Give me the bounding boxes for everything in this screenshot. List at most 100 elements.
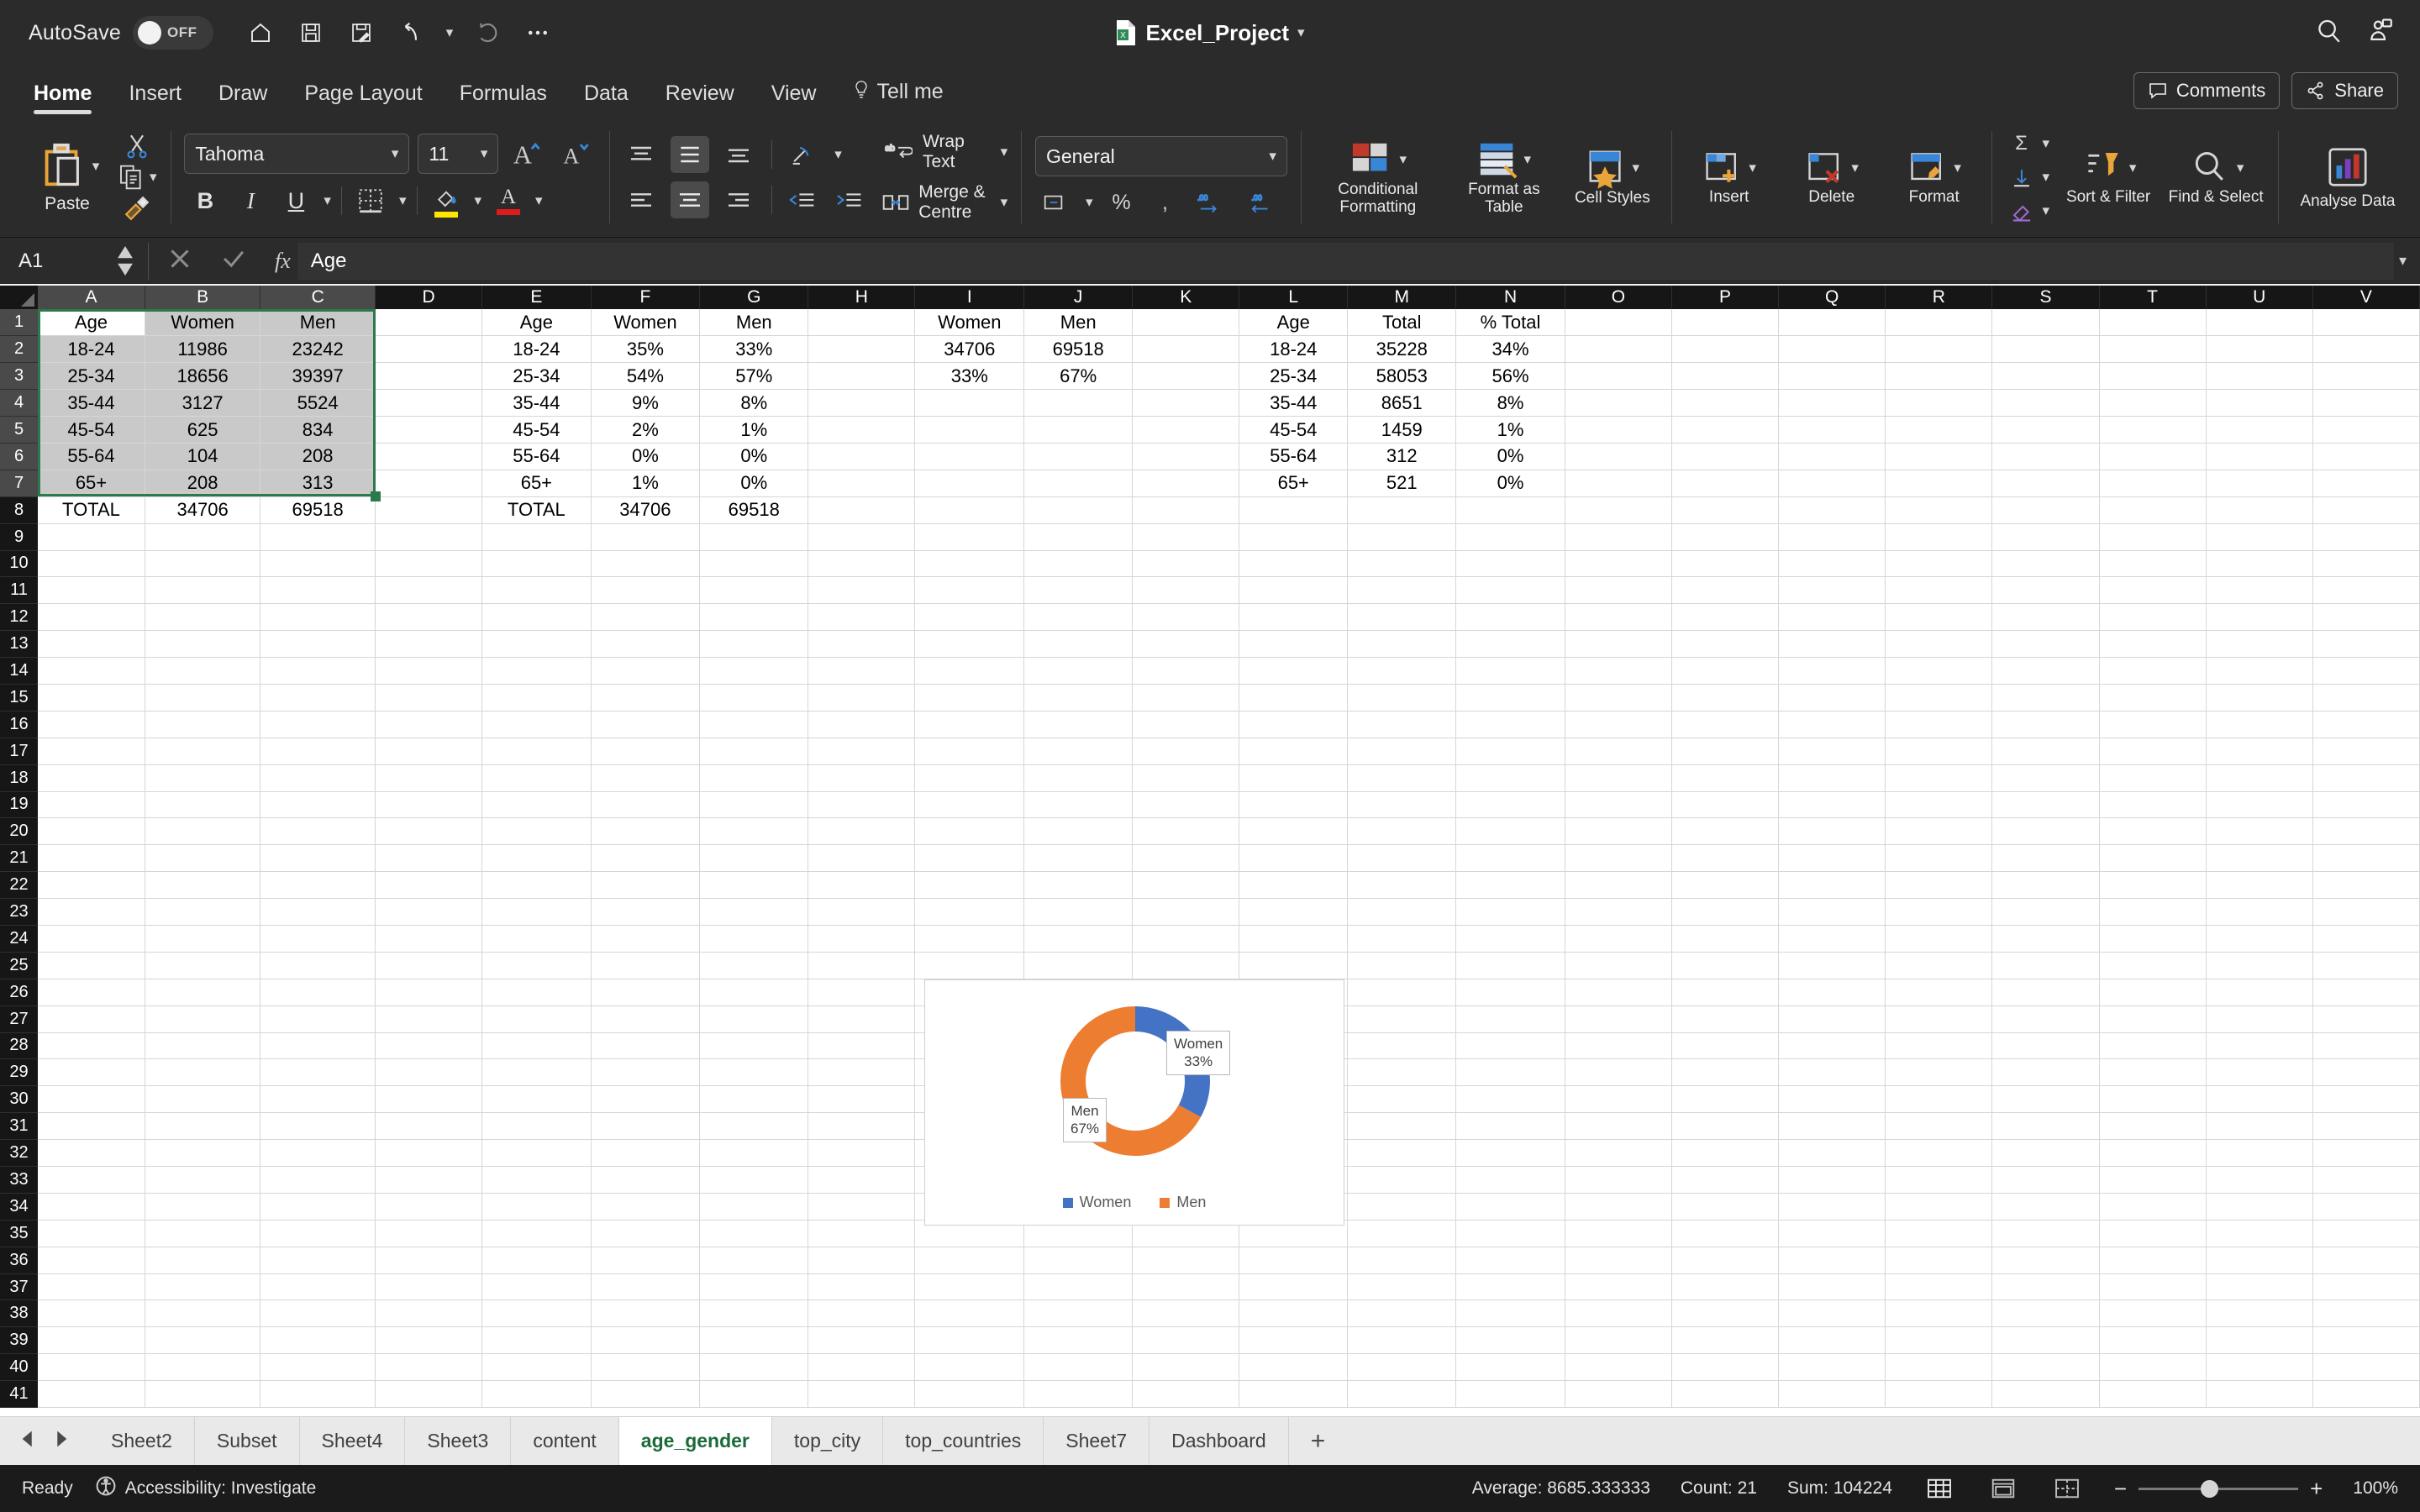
cell-V4[interactable] <box>2312 389 2420 417</box>
column-header-J[interactable]: J <box>1023 286 1134 309</box>
cell-V34[interactable] <box>2312 1193 2420 1221</box>
cell-U24[interactable] <box>2206 925 2313 953</box>
search-icon[interactable] <box>2314 17 2343 50</box>
cell-E34[interactable] <box>481 1193 592 1221</box>
cell-E40[interactable] <box>481 1353 592 1382</box>
cell-O23[interactable] <box>1565 898 1672 926</box>
font-family-input[interactable]: Tahoma ▾ <box>184 134 410 174</box>
cell-S4[interactable] <box>1991 389 2100 417</box>
cell-G31[interactable] <box>699 1112 809 1141</box>
cell-L24[interactable] <box>1239 925 1349 953</box>
cell-E8[interactable]: TOTAL <box>481 496 592 524</box>
cell-A14[interactable] <box>38 657 145 685</box>
cell-E10[interactable] <box>481 550 592 578</box>
cell-L39[interactable] <box>1239 1326 1349 1355</box>
cell-S24[interactable] <box>1991 925 2100 953</box>
next-sheet-icon[interactable] <box>52 1430 71 1452</box>
cell-N7[interactable]: 0% <box>1455 470 1565 497</box>
cell-C35[interactable] <box>260 1220 376 1247</box>
cell-I12[interactable] <box>914 603 1025 632</box>
cell-E17[interactable] <box>481 738 592 765</box>
cell-F9[interactable] <box>591 523 701 551</box>
cell-T12[interactable] <box>2099 603 2207 632</box>
cell-M35[interactable] <box>1347 1220 1457 1247</box>
cell-T19[interactable] <box>2099 791 2207 819</box>
cell-G35[interactable] <box>699 1220 809 1247</box>
row-header-27[interactable]: 27 <box>0 1005 38 1033</box>
column-header-C[interactable]: C <box>260 286 376 309</box>
cell-A17[interactable] <box>38 738 145 765</box>
column-header-N[interactable]: N <box>1455 286 1565 309</box>
tab-data[interactable]: Data <box>566 81 647 116</box>
increase-decimal-icon[interactable]: .00 <box>1194 186 1233 218</box>
cell-I39[interactable] <box>914 1326 1025 1355</box>
cell-R31[interactable] <box>1885 1112 1993 1141</box>
cell-B34[interactable] <box>145 1193 261 1221</box>
cell-G38[interactable] <box>699 1299 809 1328</box>
merge-centre-icon[interactable] <box>881 186 910 218</box>
cell-U10[interactable] <box>2206 550 2313 578</box>
cell-P5[interactable] <box>1671 416 1780 444</box>
cell-H18[interactable] <box>808 764 916 792</box>
cell-V40[interactable] <box>2312 1353 2420 1382</box>
cell-N31[interactable] <box>1455 1112 1565 1141</box>
cell-Q38[interactable] <box>1778 1299 1886 1328</box>
cell-S7[interactable] <box>1991 470 2100 497</box>
cancel-icon[interactable] <box>167 246 192 276</box>
cell-J8[interactable] <box>1023 496 1134 524</box>
autosum-icon[interactable]: Σ <box>2006 129 2038 158</box>
cell-U39[interactable] <box>2206 1326 2313 1355</box>
underline-dropdown-icon[interactable]: ▾ <box>324 192 331 209</box>
cell-R21[interactable] <box>1885 844 1993 873</box>
cell-T40[interactable] <box>2099 1353 2207 1382</box>
accounting-dropdown-icon[interactable]: ▾ <box>1086 194 1093 211</box>
cell-M31[interactable] <box>1347 1112 1457 1141</box>
cell-G11[interactable] <box>699 576 809 605</box>
cell-B24[interactable] <box>145 925 261 953</box>
cell-Q9[interactable] <box>1778 523 1886 551</box>
cell-T1[interactable] <box>2099 309 2207 337</box>
cell-C20[interactable] <box>260 817 376 846</box>
cell-U16[interactable] <box>2206 711 2313 738</box>
tab-page-layout[interactable]: Page Layout <box>286 81 440 116</box>
cell-N32[interactable] <box>1455 1139 1565 1167</box>
delete-cells-dropdown-icon[interactable]: ▾ <box>1851 160 1859 176</box>
cell-D4[interactable] <box>375 389 483 417</box>
cell-O39[interactable] <box>1565 1326 1672 1355</box>
cell-F23[interactable] <box>591 898 701 926</box>
row-header-36[interactable]: 36 <box>0 1247 38 1274</box>
cell-F22[interactable] <box>591 871 701 900</box>
row-header-29[interactable]: 29 <box>0 1058 38 1087</box>
chart-data-label-women[interactable]: Women 33% <box>1166 1031 1231 1075</box>
cell-T35[interactable] <box>2099 1220 2207 1247</box>
cell-styles-button[interactable]: ▾ Cell Styles <box>1567 147 1658 207</box>
zoom-out-button[interactable]: − <box>2114 1476 2127 1502</box>
cell-A30[interactable] <box>38 1085 145 1114</box>
cell-D26[interactable] <box>375 979 483 1006</box>
cell-F11[interactable] <box>591 576 701 605</box>
cell-M33[interactable] <box>1347 1166 1457 1194</box>
cell-B3[interactable]: 18656 <box>145 362 261 391</box>
cell-H41[interactable] <box>808 1380 916 1409</box>
cell-V6[interactable] <box>2312 443 2420 470</box>
selection-fill-handle[interactable] <box>370 491 381 502</box>
cell-K40[interactable] <box>1132 1353 1240 1382</box>
format-as-table-dropdown-icon[interactable]: ▾ <box>1524 151 1532 168</box>
cell-V11[interactable] <box>2312 576 2420 605</box>
cell-G16[interactable] <box>699 711 809 738</box>
cell-M39[interactable] <box>1347 1326 1457 1355</box>
add-sheet-button[interactable]: + <box>1289 1417 1348 1465</box>
row-header-40[interactable]: 40 <box>0 1353 38 1382</box>
cell-Q37[interactable] <box>1778 1273 1886 1301</box>
cell-P27[interactable] <box>1671 1005 1780 1033</box>
cell-K16[interactable] <box>1132 711 1240 738</box>
cell-K37[interactable] <box>1132 1273 1240 1301</box>
cell-C21[interactable] <box>260 844 376 873</box>
cell-N6[interactable]: 0% <box>1455 443 1565 470</box>
cell-I18[interactable] <box>914 764 1025 792</box>
cell-K3[interactable] <box>1132 362 1240 391</box>
cell-C36[interactable] <box>260 1247 376 1274</box>
cell-B1[interactable]: Women <box>145 309 261 337</box>
cell-N3[interactable]: 56% <box>1455 362 1565 391</box>
cell-K6[interactable] <box>1132 443 1240 470</box>
